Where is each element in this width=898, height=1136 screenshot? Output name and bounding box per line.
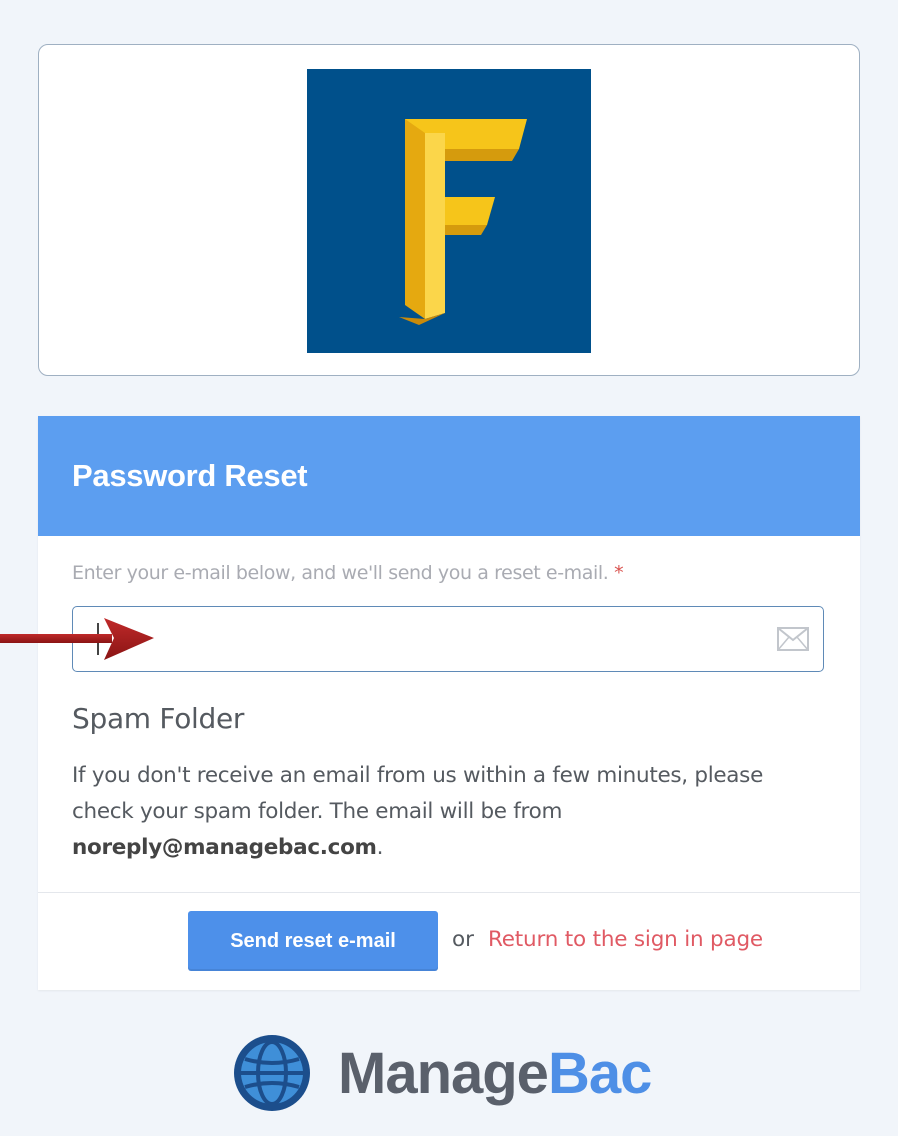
required-mark: * — [614, 562, 624, 584]
instruction-text: Enter your e-mail below, and we'll send … — [72, 562, 609, 584]
or-text: or — [452, 927, 474, 952]
email-instruction: Enter your e-mail below, and we'll send … — [72, 562, 624, 584]
school-logo-card — [38, 44, 860, 376]
brand-name: ManageBac — [338, 1040, 652, 1107]
reset-footer: Send reset e-mail or Return to the sign … — [38, 892, 860, 991]
spam-folder-heading: Spam Folder — [72, 702, 245, 735]
envelope-icon — [777, 627, 809, 651]
page-title: Password Reset — [72, 458, 308, 493]
reset-header: Password Reset — [38, 416, 860, 536]
password-reset-card: Password Reset Enter your e-mail below, … — [38, 416, 860, 990]
red-arrow-annotation — [0, 618, 154, 660]
return-to-sign-in-link[interactable]: Return to the sign in page — [488, 927, 763, 952]
spam-text-start: If you don't receive an email from us wi… — [72, 763, 764, 824]
email-input[interactable] — [73, 607, 775, 667]
brand-name-manage: Manage — [338, 1040, 549, 1106]
managebac-brand: ManageBac — [232, 1033, 652, 1113]
school-logo-f-icon — [307, 69, 591, 353]
send-reset-email-button[interactable]: Send reset e-mail — [188, 911, 438, 971]
email-field[interactable] — [72, 606, 824, 672]
spam-text-end: . — [376, 835, 384, 860]
noreply-email: noreply@managebac.com — [72, 835, 377, 860]
globe-icon — [234, 1035, 310, 1111]
spam-folder-text: If you don't receive an email from us wi… — [72, 758, 812, 866]
brand-name-bac: Bac — [547, 1040, 652, 1106]
